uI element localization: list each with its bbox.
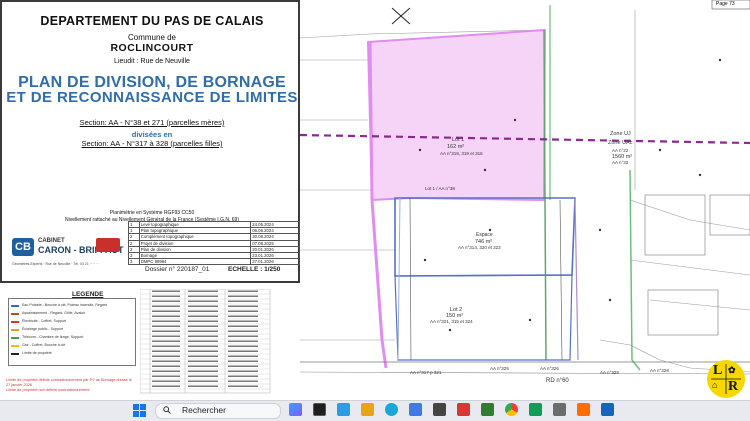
north-arrow: [391, 7, 411, 25]
lot1-label: Lot 1: [452, 137, 465, 143]
note-defined: Limite de propriété définie contradictoi…: [6, 378, 132, 387]
revision-table: 1 Levé topographique 24.05.2024 1 Plan topo…: [128, 220, 300, 266]
legend-item: Électricité - Coffret, Support: [22, 319, 67, 323]
espace-label: Espace: [476, 232, 493, 238]
right-parcel: AA n°22: [612, 148, 629, 153]
lieudit: Lieudit : Rue de Neuville: [114, 58, 190, 65]
cadastral-plan: [300, 0, 750, 375]
legend-box: [8, 298, 136, 366]
department-title: DEPARTEMENT DU PAS DE CALAIS: [40, 14, 264, 28]
pdf-app-icon[interactable]: [457, 403, 470, 416]
planimetrie-note: Planimétrie en Système RGF93 CC50: [109, 210, 195, 216]
espace-parcels: AA n°314, 320 et 323: [458, 245, 501, 250]
zone-label-uj: Zone UJ: [610, 131, 631, 137]
divided-into: divisées en: [131, 130, 173, 139]
plan-title-line2: ET DE RECONNAISSANCE DE LIMITES: [6, 89, 298, 106]
app-icon[interactable]: [601, 403, 614, 416]
bottom-parcel: AA n°326: [540, 366, 559, 371]
boundary-symbol: [11, 353, 19, 355]
gas-symbol: [11, 345, 19, 347]
dossier-number: Dossier n° 220187_01: [145, 266, 210, 273]
app-icon[interactable]: [577, 403, 590, 416]
legend-title: LEGENDE: [72, 291, 104, 298]
telecom-symbol: [11, 337, 19, 339]
zone-label-uac: Zone UAc: [608, 140, 633, 146]
cabinet-label: CABINET: [38, 238, 65, 244]
app-icon[interactable]: [529, 403, 542, 416]
lot1-bottom-label: Lot 1 / AA n°38: [425, 186, 455, 191]
sewer-symbol: [11, 313, 19, 315]
camera-app-icon[interactable]: [337, 403, 350, 416]
search-placeholder: Rechercher: [182, 405, 226, 415]
legend-item: Assainissement - Regard, Grille, Avaloir: [22, 311, 86, 315]
legend-item: Télécom - Chambre de tirage, Support: [22, 335, 84, 339]
cabinet-logo: CB: [12, 238, 34, 256]
taskbar: [0, 400, 750, 421]
edge-browser-icon[interactable]: [385, 403, 398, 416]
cabinet-address: Géomètres-Experts · Rue de Neuville · Té…: [12, 262, 99, 266]
water-symbol: [11, 305, 19, 307]
table-row: 3 DMPC 99994 27.01.2026: [128, 258, 300, 266]
coordinate-table: [140, 289, 271, 394]
electric-symbol: [11, 321, 19, 323]
scale-label: ECHELLE : 1/250: [228, 266, 281, 273]
store-app-icon[interactable]: [409, 403, 422, 416]
commune-label: Commune de: [127, 33, 177, 42]
road-label: RD n°60: [546, 378, 569, 384]
section-parent: Section: AA - N°38 et 271 (parcelles mèr…: [79, 118, 225, 127]
green-boundary-right: [629, 169, 641, 371]
windows-start-icon[interactable]: [133, 404, 146, 417]
legend-item: Eau Potable - Bouche à clé, Poteau incen…: [22, 303, 108, 307]
legend-item: Gaz - Coffret, Bouche à clé: [22, 343, 66, 347]
capcut-app-icon[interactable]: [433, 403, 446, 416]
boundary-notes: Limite de propriété définie contradictoi…: [6, 378, 136, 393]
lighting-symbol: [11, 329, 19, 331]
section-children: Section: AA - N°317 à 328 (parcelles fil…: [81, 139, 223, 148]
green-app-icon[interactable]: [481, 403, 494, 416]
task-view-icon[interactable]: [313, 403, 326, 416]
file-explorer-icon[interactable]: [361, 403, 374, 416]
page-label: Page 73: [716, 1, 735, 7]
lot1-area: 162 m²: [447, 144, 465, 150]
bottom-parcel: AA n°317 p 321: [410, 370, 442, 375]
search-icon: [163, 406, 171, 414]
geometre-badge: [96, 238, 120, 252]
note-undefined: Limite de propriété non définie contradi…: [6, 388, 90, 392]
chrome-browser-icon[interactable]: [505, 403, 518, 416]
rev-date: 27.01.2026: [250, 258, 300, 266]
bottom-parcel: AA n°329: [600, 370, 619, 375]
lr-logo: L ✿ ⌂ R: [707, 360, 745, 398]
rev-desc: DMPC 99994: [138, 258, 252, 266]
commune-name: ROCLINCOURT: [110, 42, 194, 54]
legend-item: Limite de propriété: [22, 351, 52, 355]
bottom-parcel: AA n°328: [650, 368, 669, 373]
rev-index: 3: [128, 258, 140, 266]
legend-item: Éclairage public - Support: [22, 327, 64, 331]
widgets-app-icon[interactable]: [289, 403, 302, 416]
lot2-parcels: AA n°321, 315 et 324: [430, 319, 473, 324]
lot1-parcel: [366, 28, 547, 202]
right-subparcel: AA n°32: [612, 160, 629, 165]
app-icon[interactable]: [553, 403, 566, 416]
bottom-parcel: AA n°325: [490, 366, 509, 371]
lot1-parcels: AA n°318, 319 et 316: [440, 151, 483, 156]
